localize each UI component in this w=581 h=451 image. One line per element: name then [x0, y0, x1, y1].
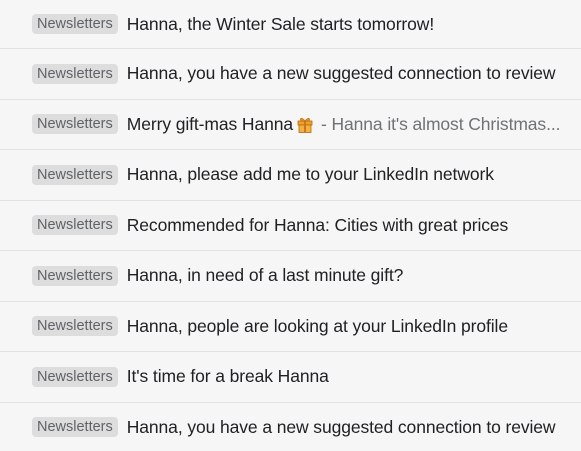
email-row[interactable]: Newsletters Hanna, in need of a last min…	[0, 251, 581, 302]
email-list: Newsletters Hanna, the Winter Sale start…	[0, 0, 581, 451]
label-badge[interactable]: Newsletters	[32, 215, 118, 236]
email-subject[interactable]: Hanna, you have a new suggested connecti…	[127, 417, 556, 438]
email-row[interactable]: Newsletters Hanna, you have a new sugges…	[0, 49, 581, 100]
label-badge[interactable]: Newsletters	[32, 114, 118, 135]
email-row[interactable]: Newsletters It's time for a break Hanna	[0, 352, 581, 403]
email-subject[interactable]: Hanna, you have a new suggested connecti…	[127, 63, 556, 84]
email-snippet[interactable]: - Hanna it's almost Christmas...	[321, 114, 560, 135]
email-row[interactable]: Newsletters Hanna, the Winter Sale start…	[0, 0, 581, 49]
label-badge[interactable]: Newsletters	[32, 14, 118, 34]
email-row[interactable]: Newsletters Recommended for Hanna: Citie…	[0, 201, 581, 251]
email-row[interactable]: Newsletters Hanna, you have a new sugges…	[0, 403, 581, 451]
email-subject[interactable]: It's time for a break Hanna	[127, 366, 329, 387]
gift-icon	[297, 116, 313, 133]
email-subject[interactable]: Merry gift-mas Hanna	[127, 114, 293, 135]
label-badge[interactable]: Newsletters	[32, 417, 118, 438]
email-row[interactable]: Newsletters Hanna, please add me to your…	[0, 150, 581, 201]
label-badge[interactable]: Newsletters	[32, 63, 118, 84]
email-row[interactable]: Newsletters Merry gift-mas Hanna - Hanna…	[0, 100, 581, 150]
email-subject[interactable]: Hanna, people are looking at your Linked…	[127, 316, 508, 337]
label-badge[interactable]: Newsletters	[32, 265, 118, 286]
email-subject[interactable]: Hanna, in need of a last minute gift?	[127, 265, 404, 286]
email-subject[interactable]: Hanna, the Winter Sale starts tomorrow!	[127, 14, 434, 35]
email-row[interactable]: Newsletters Hanna, people are looking at…	[0, 302, 581, 352]
email-subject[interactable]: Hanna, please add me to your LinkedIn ne…	[127, 164, 494, 185]
label-badge[interactable]: Newsletters	[32, 366, 118, 387]
label-badge[interactable]: Newsletters	[32, 164, 118, 185]
email-subject[interactable]: Recommended for Hanna: Cities with great…	[127, 215, 509, 236]
label-badge[interactable]: Newsletters	[32, 316, 118, 337]
